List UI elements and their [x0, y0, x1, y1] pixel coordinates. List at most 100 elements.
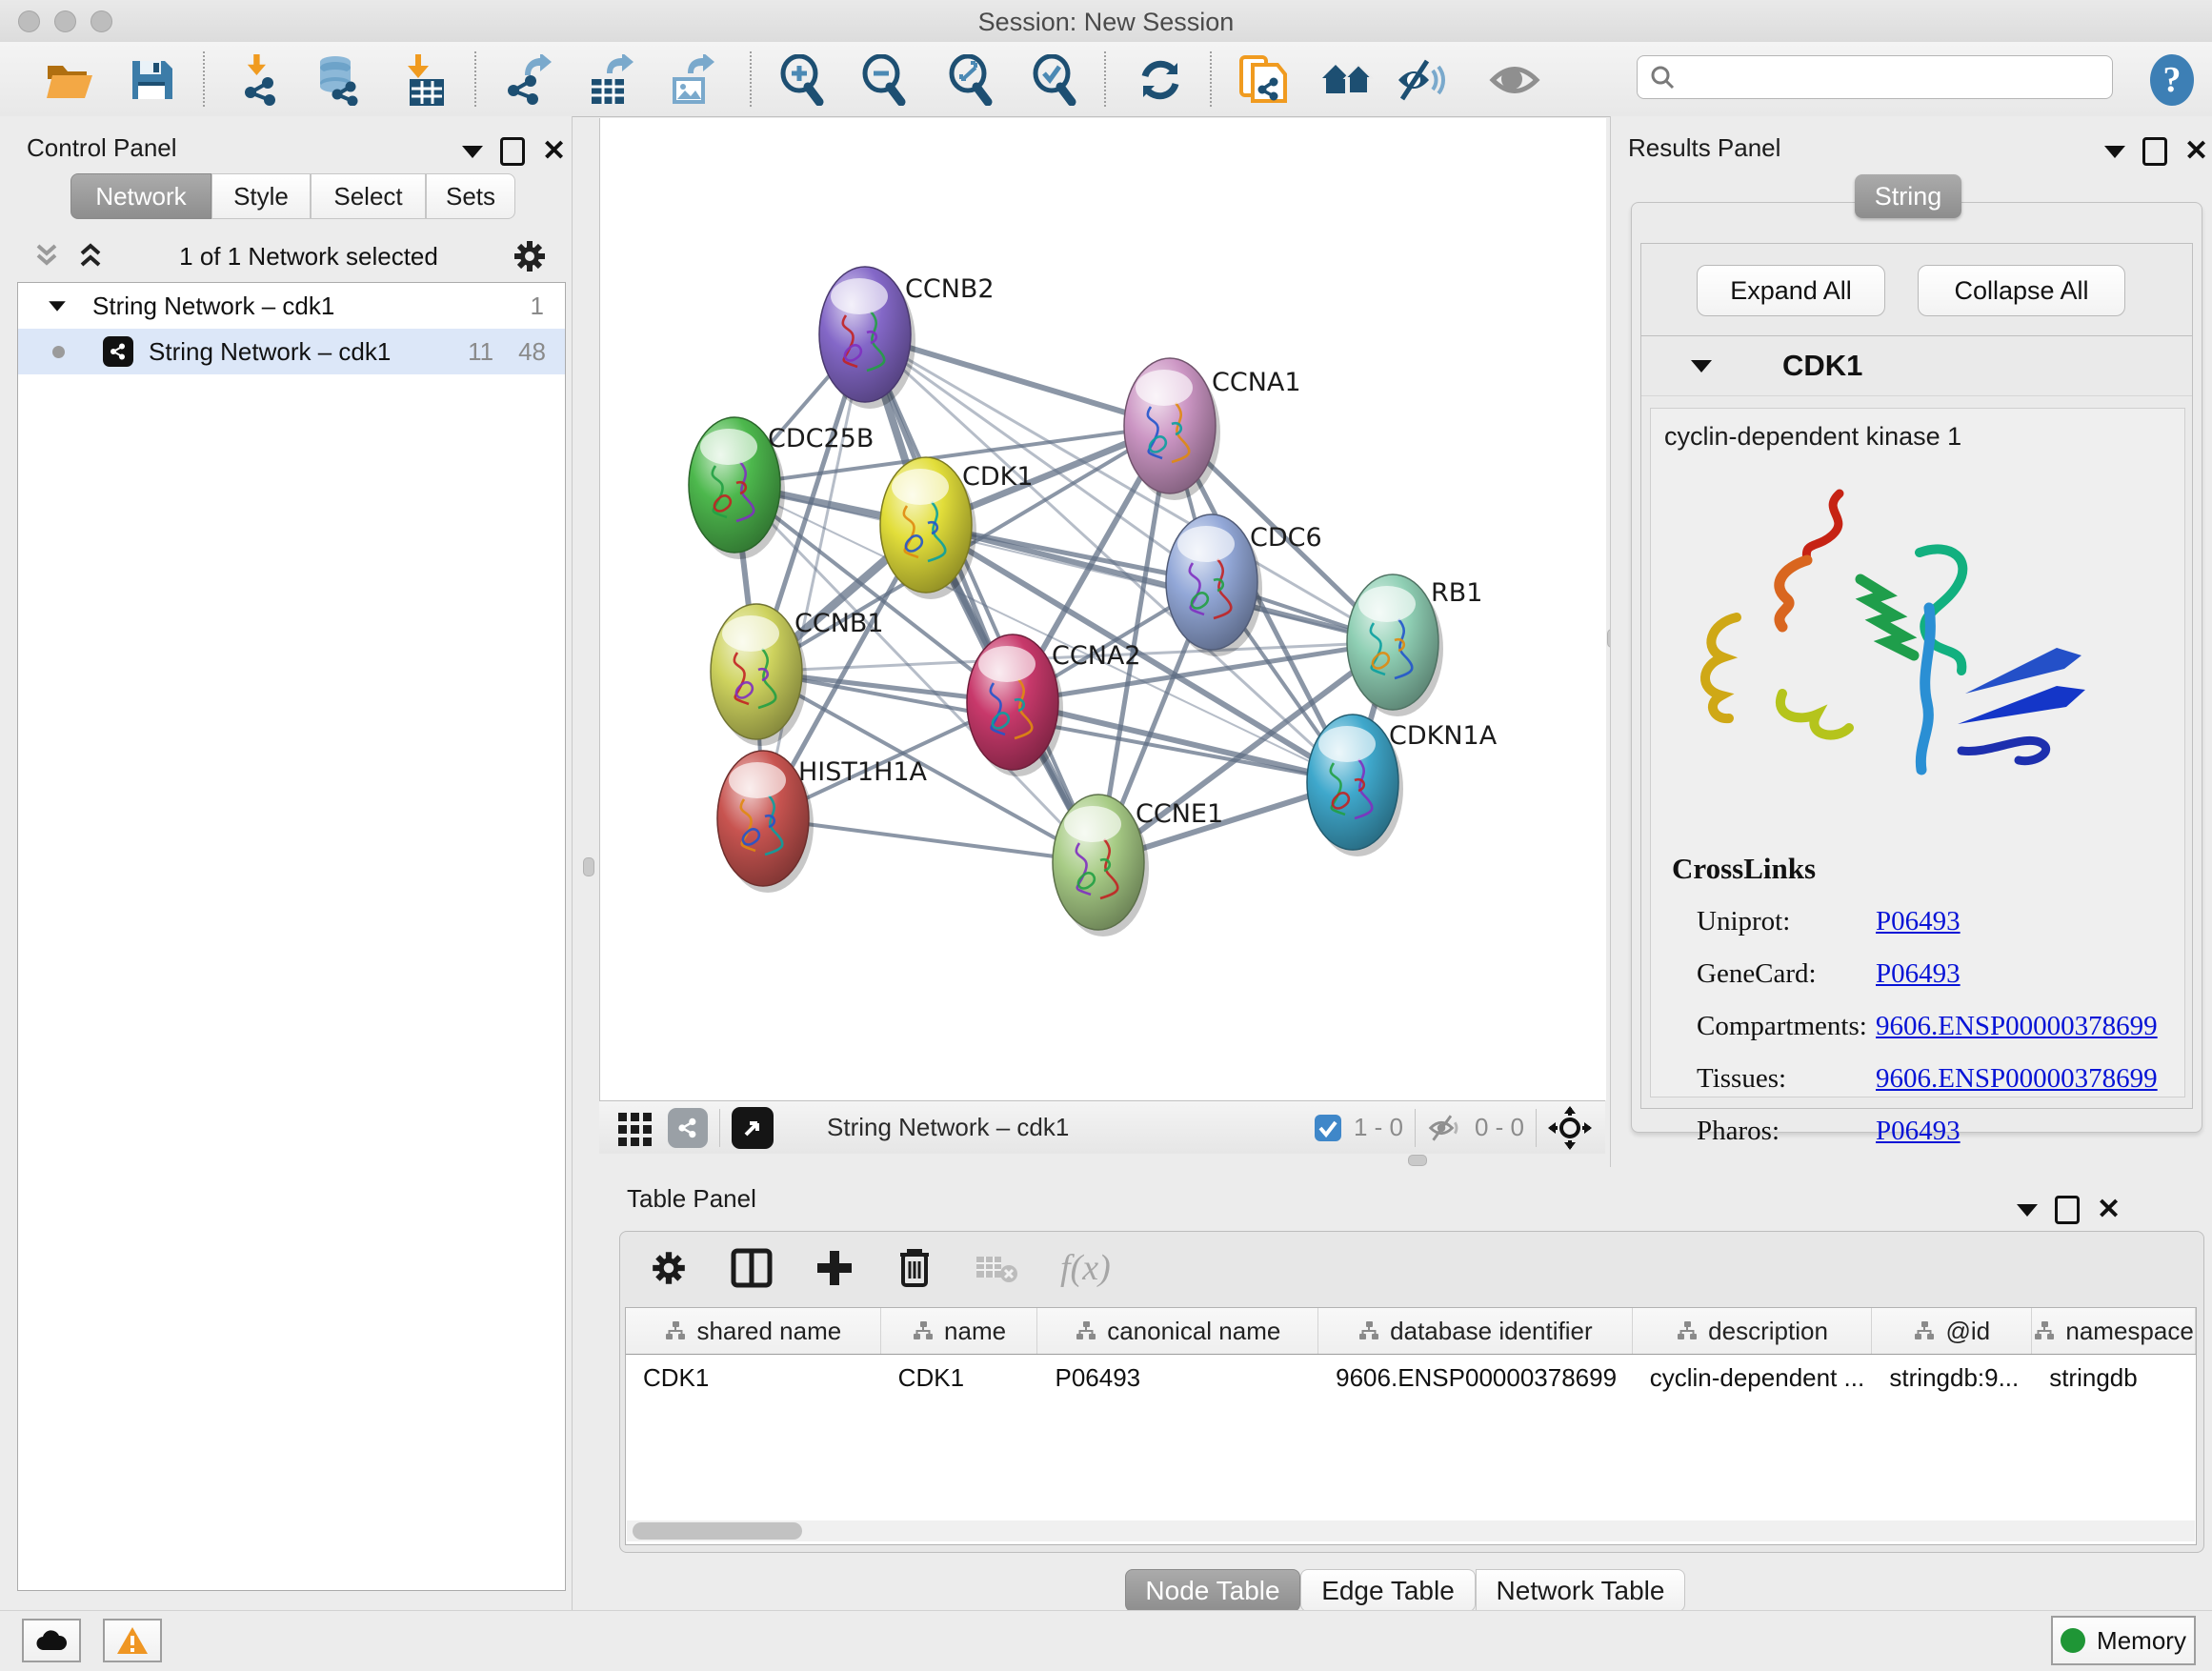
tab-network[interactable]: Network — [70, 173, 211, 219]
copy-network-button[interactable] — [1237, 53, 1290, 107]
open-session-button[interactable] — [43, 53, 96, 107]
zoom-out-button[interactable] — [856, 53, 910, 107]
network-node-ccna1[interactable]: CCNA1 — [1124, 358, 1301, 500]
scrollbar-thumb[interactable] — [633, 1522, 802, 1540]
network-node-ccnb1[interactable]: CCNB1 — [711, 604, 884, 746]
network-row-selected[interactable]: String Network – cdk1 11 48 — [18, 329, 565, 374]
float-panel-icon[interactable] — [462, 146, 483, 158]
network-node-rb1[interactable]: RB1 — [1347, 574, 1482, 716]
close-panel-icon[interactable]: ✕ — [542, 140, 566, 163]
zoom-selected-button[interactable] — [1027, 53, 1080, 107]
delete-column-icon[interactable] — [896, 1247, 933, 1289]
network-graph[interactable]: CCNB2CCNA1CDC25BCDK1CDC6RB1CCNB1CCNA2CDK… — [600, 118, 1606, 1100]
warning-status-button[interactable] — [103, 1619, 162, 1662]
table-options-gear-icon[interactable] — [649, 1248, 689, 1288]
zoom-in-button[interactable] — [774, 53, 828, 107]
column-header-name[interactable]: name — [881, 1308, 1038, 1354]
float-panel-icon[interactable] — [2017, 1204, 2038, 1217]
close-panel-icon[interactable]: ✕ — [2097, 1198, 2121, 1221]
memory-button[interactable]: Memory — [2051, 1616, 2196, 1665]
refresh-button[interactable] — [1134, 53, 1187, 107]
table-cell[interactable]: CDK1 — [626, 1355, 881, 1400]
export-network-button[interactable] — [500, 53, 553, 107]
expand-all-button[interactable]: Expand All — [1697, 265, 1885, 316]
close-panel-icon[interactable]: ✕ — [2184, 140, 2208, 163]
network-view-icon[interactable] — [668, 1108, 708, 1148]
show-panel-button[interactable] — [1488, 53, 1541, 107]
section-collapse-icon[interactable] — [1691, 360, 1712, 372]
selected-counts: 1 - 0 — [1354, 1113, 1403, 1142]
network-node-hist1h1a[interactable]: HIST1H1A — [717, 751, 928, 893]
table-row[interactable]: CDK1CDK1P064939606.ENSP00000378699cyclin… — [626, 1355, 2196, 1400]
tab-sets[interactable]: Sets — [426, 173, 515, 219]
node-label: CCNB2 — [905, 274, 995, 304]
network-edge[interactable] — [1013, 702, 1353, 782]
collection-expand-icon[interactable] — [49, 301, 66, 311]
network-canvas[interactable]: CCNB2CCNA1CDC25BCDK1CDC6RB1CCNB1CCNA2CDK… — [599, 118, 1606, 1100]
import-table-button[interactable] — [399, 53, 452, 107]
table-cell[interactable]: stringdb:9... — [1872, 1355, 2032, 1400]
show-columns-icon[interactable] — [731, 1248, 773, 1288]
crosslink-link[interactable]: 9606.ENSP00000378699 — [1876, 1063, 2158, 1095]
bottom-splitter-handle[interactable] — [1408, 1155, 1427, 1166]
import-network-database-button[interactable] — [313, 53, 367, 107]
pan-crosshair-icon[interactable] — [1548, 1106, 1592, 1150]
column-header-shared-name[interactable]: shared name — [626, 1308, 881, 1354]
table-cell[interactable]: stringdb — [2032, 1355, 2196, 1400]
export-image-icon — [665, 54, 714, 106]
collapse-all-chevron-icon[interactable] — [30, 242, 63, 271]
tab-node-table[interactable]: Node Table — [1125, 1569, 1300, 1612]
add-column-icon[interactable] — [814, 1248, 855, 1288]
maximize-panel-icon[interactable] — [2142, 137, 2167, 166]
table-cell[interactable]: 9606.ENSP00000378699 — [1318, 1355, 1633, 1400]
crosslink-link[interactable]: P06493 — [1876, 958, 1961, 990]
column-header-description[interactable]: description — [1633, 1308, 1873, 1354]
crosslink-link[interactable]: P06493 — [1876, 906, 1961, 937]
crosslink-link[interactable]: P06493 — [1876, 1116, 1961, 1147]
table-horizontal-scrollbar[interactable] — [627, 1520, 2195, 1541]
left-splitter-handle[interactable] — [583, 857, 594, 876]
birdseye-view-icon[interactable] — [732, 1107, 774, 1149]
grid-view-icon[interactable] — [616, 1109, 654, 1147]
maximize-panel-icon[interactable] — [500, 137, 525, 166]
tab-edge-table[interactable]: Edge Table — [1300, 1569, 1476, 1612]
collapse-all-button[interactable]: Collapse All — [1918, 265, 2125, 316]
network-node-cdc6[interactable]: CDC6 — [1166, 514, 1322, 656]
table-cell[interactable]: CDK1 — [881, 1355, 1038, 1400]
tab-select[interactable]: Select — [311, 173, 426, 219]
home-button[interactable] — [1320, 53, 1374, 107]
network-collection-row[interactable]: String Network – cdk1 1 — [18, 283, 565, 329]
tab-string[interactable]: String — [1855, 174, 1961, 218]
save-session-button[interactable] — [125, 53, 178, 107]
column-header-database-identifier[interactable]: database identifier — [1318, 1308, 1633, 1354]
node-label: CDC25B — [768, 424, 874, 453]
maximize-panel-icon[interactable] — [2055, 1196, 2080, 1224]
export-image-button[interactable] — [663, 53, 716, 107]
hide-panel-button[interactable] — [1394, 53, 1447, 107]
network-options-gear-icon[interactable] — [511, 237, 549, 275]
column-header-canonical-name[interactable]: canonical name — [1037, 1308, 1318, 1354]
expand-all-chevron-icon[interactable] — [74, 242, 107, 271]
crosslink-label: Compartments: — [1697, 1011, 1876, 1042]
network-node-ccne1[interactable]: CCNE1 — [1053, 795, 1223, 936]
zoom-fit-button[interactable] — [943, 53, 996, 107]
network-node-cdkn1a[interactable]: CDKN1A — [1307, 715, 1498, 856]
search-input[interactable] — [1676, 63, 2080, 91]
help-button[interactable]: ? — [2145, 53, 2199, 107]
crosslink-link[interactable]: 9606.ENSP00000378699 — [1876, 1011, 2158, 1042]
gene-section-header[interactable]: CDK1 — [1641, 336, 2192, 396]
float-panel-icon[interactable] — [2104, 146, 2125, 158]
column-header-namespace[interactable]: namespace — [2032, 1308, 2196, 1354]
export-table-button[interactable] — [582, 53, 635, 107]
network-node-ccnb2[interactable]: CCNB2 — [819, 267, 995, 409]
network-edge[interactable] — [926, 525, 1393, 642]
selected-checkbox-icon[interactable] — [1314, 1114, 1342, 1142]
tab-style[interactable]: Style — [211, 173, 311, 219]
tab-network-table[interactable]: Network Table — [1476, 1569, 1685, 1612]
import-network-file-button[interactable] — [233, 53, 287, 107]
column-header--id[interactable]: @id — [1872, 1308, 2032, 1354]
hidden-counts: 0 - 0 — [1475, 1113, 1524, 1142]
table-cell[interactable]: cyclin-dependent ... — [1633, 1355, 1873, 1400]
cloud-status-button[interactable] — [22, 1619, 81, 1662]
table-cell[interactable]: P06493 — [1037, 1355, 1318, 1400]
